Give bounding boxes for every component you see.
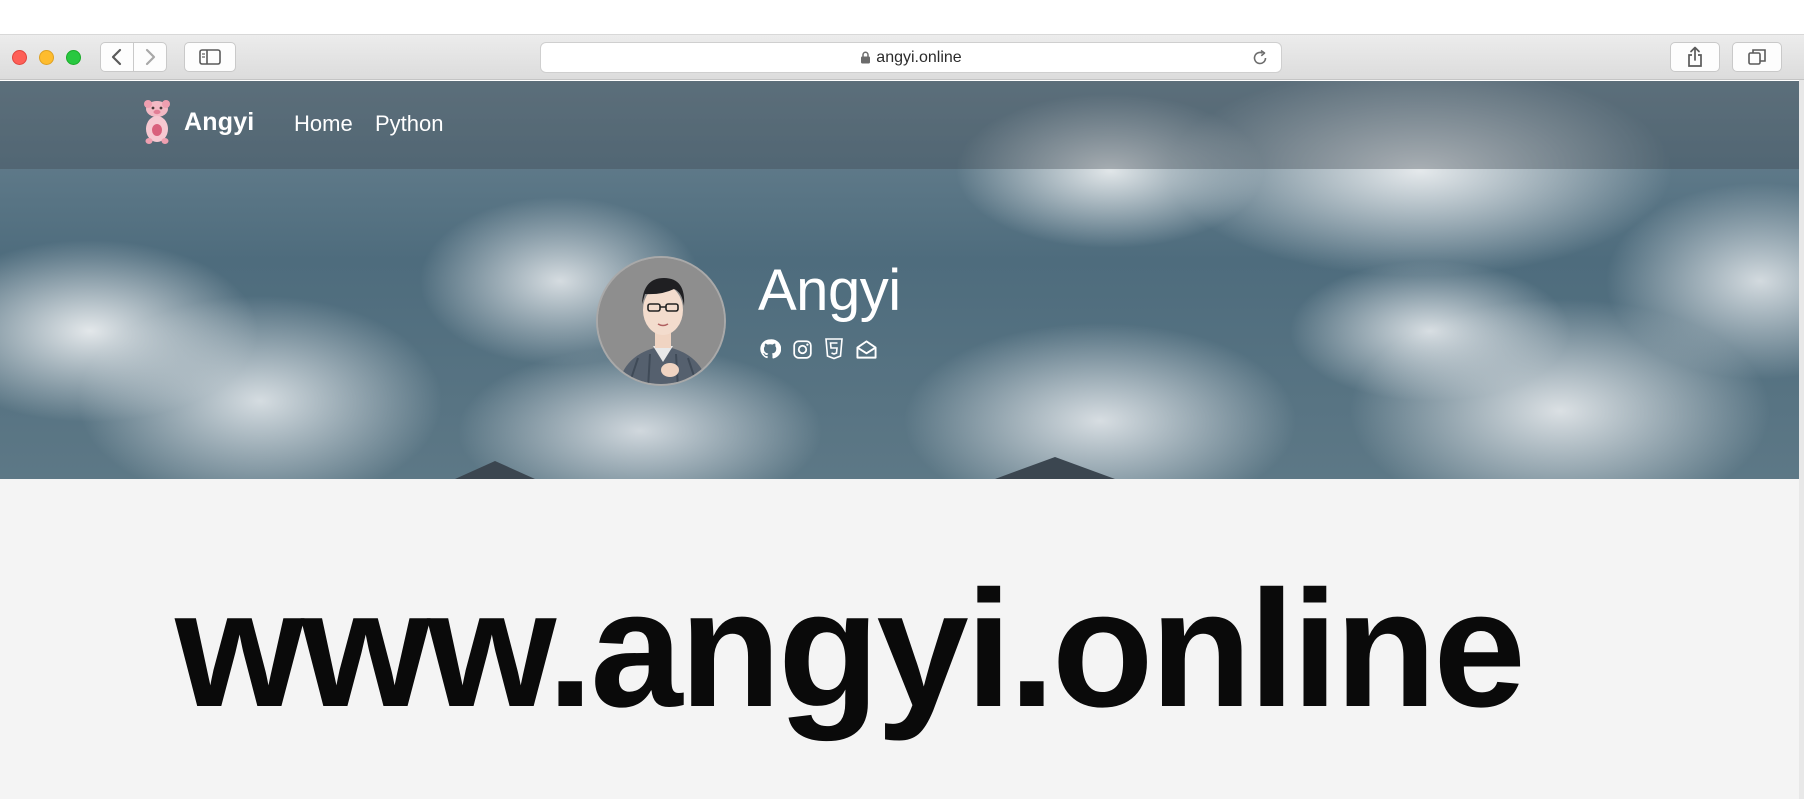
site-brand-link[interactable]: Angyi bbox=[140, 99, 254, 145]
browser-toolbar: angyi.online bbox=[0, 34, 1804, 80]
main-content: www.angyi.online bbox=[0, 479, 1799, 799]
close-window-button[interactable] bbox=[12, 50, 27, 65]
scrollbar[interactable] bbox=[1799, 80, 1804, 799]
headline-url: www.angyi.online bbox=[175, 557, 1526, 742]
hero-banner: Angyi Home Python Angyi bbox=[0, 81, 1799, 479]
share-button[interactable] bbox=[1670, 42, 1720, 72]
share-icon bbox=[1688, 46, 1702, 67]
avatar-portrait bbox=[598, 258, 724, 384]
github-link[interactable] bbox=[758, 337, 782, 361]
mountain-peak bbox=[455, 461, 535, 479]
url-text: angyi.online bbox=[876, 48, 962, 66]
reload-button[interactable] bbox=[1251, 49, 1269, 72]
tabs-overview-icon bbox=[1748, 49, 1766, 65]
email-link[interactable] bbox=[854, 337, 878, 361]
profile-name: Angyi bbox=[758, 258, 901, 323]
instagram-link[interactable] bbox=[790, 337, 814, 361]
nav-link-home[interactable]: Home bbox=[294, 111, 353, 137]
address-bar[interactable]: angyi.online bbox=[540, 42, 1282, 73]
zoom-window-button[interactable] bbox=[66, 50, 81, 65]
navbar-background bbox=[0, 81, 1799, 169]
html5-link[interactable] bbox=[822, 337, 846, 361]
chevron-left-icon bbox=[111, 48, 122, 66]
html5-icon bbox=[825, 338, 843, 360]
github-icon bbox=[760, 339, 781, 359]
chevron-right-icon bbox=[145, 48, 156, 66]
pig-logo-icon bbox=[144, 100, 170, 144]
minimize-window-button[interactable] bbox=[39, 50, 54, 65]
lock-icon bbox=[861, 51, 871, 64]
instagram-icon bbox=[792, 339, 812, 359]
avatar bbox=[596, 256, 726, 386]
back-button[interactable] bbox=[100, 42, 134, 72]
sidebar-toggle-button[interactable] bbox=[184, 42, 236, 72]
reload-icon bbox=[1253, 49, 1267, 65]
tabs-overview-button[interactable] bbox=[1732, 42, 1782, 72]
mail-icon bbox=[855, 339, 877, 359]
forward-button[interactable] bbox=[133, 42, 167, 72]
mountain-peak bbox=[995, 457, 1115, 479]
nav-link-python[interactable]: Python bbox=[375, 111, 444, 137]
brand-name: Angyi bbox=[184, 107, 255, 136]
sidebar-icon bbox=[199, 49, 221, 65]
social-links bbox=[758, 337, 878, 361]
